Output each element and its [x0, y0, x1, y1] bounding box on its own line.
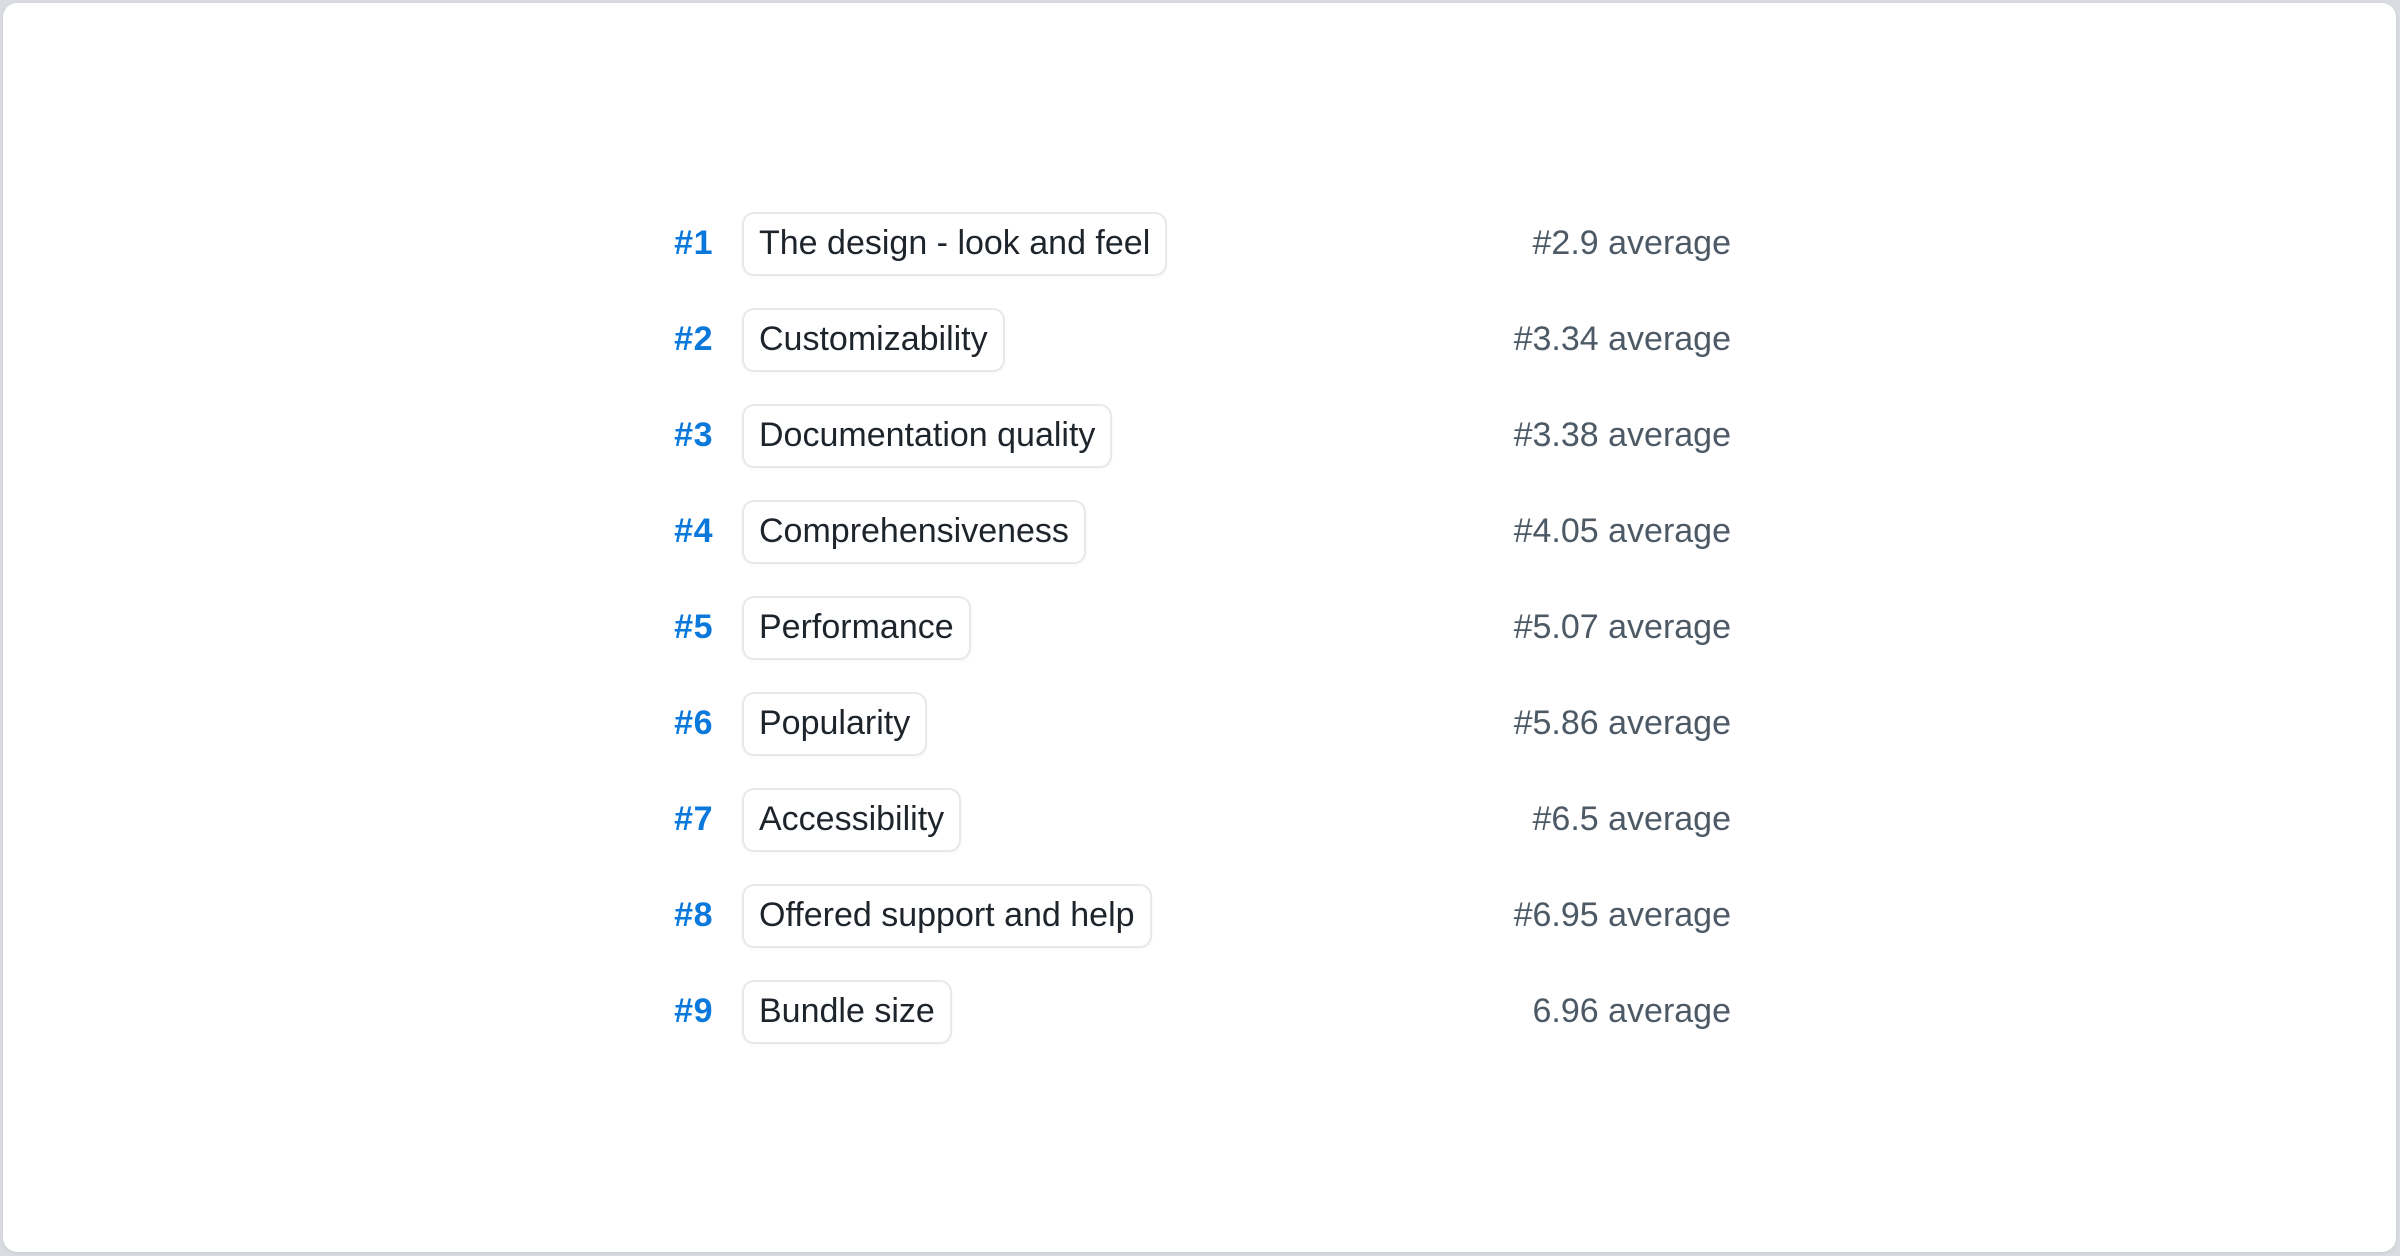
rank-number: #8	[643, 896, 713, 935]
average-value: #3.38 average	[1514, 416, 1731, 455]
option-label: Performance	[759, 608, 954, 647]
ranking-row: #6 Popularity #5.86 average	[643, 692, 1731, 756]
results-card: #1 The design - look and feel #2.9 avera…	[3, 3, 2396, 1252]
option-chip: Documentation quality	[742, 404, 1112, 468]
ranking-row: #8 Offered support and help #6.95 averag…	[643, 884, 1731, 948]
option-label: The design - look and feel	[759, 224, 1150, 263]
option-label: Bundle size	[759, 992, 935, 1031]
ranking-row: #9 Bundle size 6.96 average	[643, 980, 1731, 1044]
option-label: Customizability	[759, 320, 988, 359]
option-chip: The design - look and feel	[742, 212, 1167, 276]
average-value: #2.9 average	[1533, 224, 1732, 263]
option-label: Offered support and help	[759, 896, 1135, 935]
option-chip: Popularity	[742, 692, 927, 756]
ranking-row: #3 Documentation quality #3.38 average	[643, 404, 1731, 468]
option-label: Popularity	[759, 704, 910, 743]
ranking-row: #5 Performance #5.07 average	[643, 596, 1731, 660]
ranking-row: #4 Comprehensiveness #4.05 average	[643, 500, 1731, 564]
option-chip: Accessibility	[742, 788, 961, 852]
option-chip: Offered support and help	[742, 884, 1152, 948]
option-label: Documentation quality	[759, 416, 1095, 455]
average-value: #3.34 average	[1514, 320, 1731, 359]
rank-number: #3	[643, 416, 713, 455]
ranking-results-list: #1 The design - look and feel #2.9 avera…	[643, 3, 1731, 1252]
average-value: #5.86 average	[1514, 704, 1731, 743]
rank-number: #2	[643, 320, 713, 359]
rank-number: #9	[643, 992, 713, 1031]
ranking-row: #1 The design - look and feel #2.9 avera…	[643, 212, 1731, 276]
ranking-row: #7 Accessibility #6.5 average	[643, 788, 1731, 852]
option-chip: Comprehensiveness	[742, 500, 1086, 564]
option-label: Accessibility	[759, 800, 944, 839]
rank-number: #4	[643, 512, 713, 551]
rank-number: #5	[643, 608, 713, 647]
option-chip: Performance	[742, 596, 971, 660]
option-chip: Customizability	[742, 308, 1005, 372]
rank-number: #1	[643, 224, 713, 263]
average-value: #6.95 average	[1514, 896, 1731, 935]
rank-number: #6	[643, 704, 713, 743]
ranking-row: #2 Customizability #3.34 average	[643, 308, 1731, 372]
average-value: 6.96 average	[1533, 992, 1732, 1031]
option-chip: Bundle size	[742, 980, 952, 1044]
average-value: #6.5 average	[1533, 800, 1732, 839]
option-label: Comprehensiveness	[759, 512, 1069, 551]
rank-number: #7	[643, 800, 713, 839]
average-value: #4.05 average	[1514, 512, 1731, 551]
average-value: #5.07 average	[1514, 608, 1731, 647]
